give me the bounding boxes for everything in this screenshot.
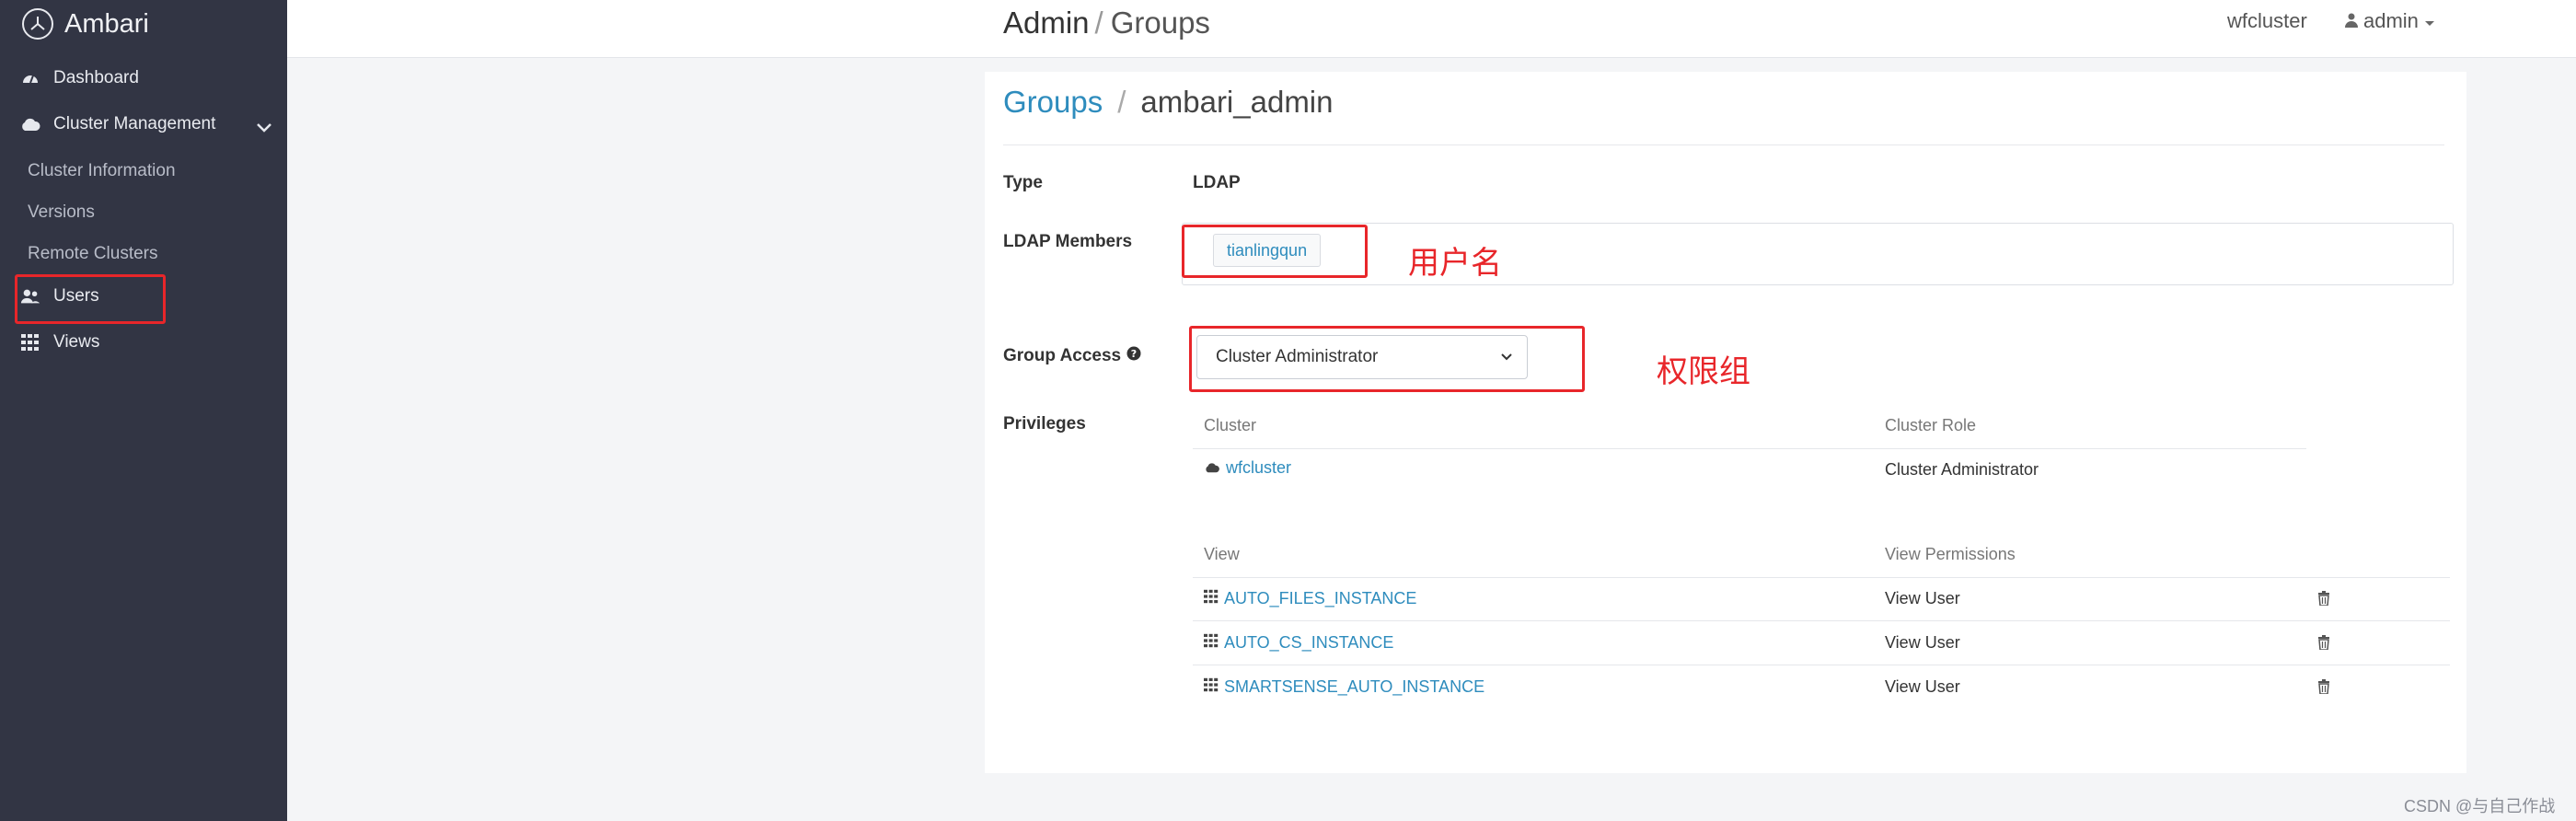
view-name: AUTO_FILES_INSTANCE <box>1224 589 1417 607</box>
breadcrumb-current: ambari_admin <box>1140 85 1334 119</box>
user-menu[interactable]: admin <box>2345 9 2435 33</box>
table-divider <box>1193 577 2450 578</box>
page-title-admin: Admin <box>1003 6 1090 40</box>
sidebar-item-cluster-information[interactable]: Cluster Information <box>28 161 176 181</box>
grid-icon <box>20 332 40 353</box>
view-column-header: View <box>1204 545 1240 563</box>
group-detail-panel: Groups / ambari_admin Type LDAP LDAP Membe… <box>985 72 2466 773</box>
sidebar-item-dashboard[interactable]: Dashboard <box>20 68 139 88</box>
sidebar-item-versions[interactable]: Versions <box>28 202 95 223</box>
sidebar-item-label: Cluster Management <box>53 114 216 133</box>
group-access-label: Group Access <box>1003 346 1122 365</box>
highlight-box-access <box>1189 326 1585 392</box>
ambari-logo-icon <box>22 8 53 40</box>
cluster-name: wfcluster <box>1226 458 1292 477</box>
top-bar: Admin / Groups wfcluster admin <box>287 0 2576 58</box>
sidebar-item-label: Views <box>53 332 100 352</box>
watermark: CSDN @与自己作战 <box>2404 797 2556 815</box>
trash-icon[interactable] <box>2317 591 2330 610</box>
view-row-link[interactable]: AUTO_FILES_INSTANCE <box>1204 589 1416 608</box>
page-title-section: Groups <box>1110 6 1210 40</box>
view-row-link[interactable]: SMARTSENSE_AUTO_INSTANCE <box>1204 677 1484 697</box>
view-row-link[interactable]: AUTO_CS_INSTANCE <box>1204 633 1393 653</box>
caret-down-icon <box>2424 9 2435 33</box>
ldap-members-box <box>1182 223 2454 285</box>
cluster-role: Cluster Administrator <box>1885 460 2039 479</box>
view-name: SMARTSENSE_AUTO_INSTANCE <box>1224 677 1485 696</box>
group-access-label-wrap: Group Access ? <box>1003 346 1141 366</box>
chevron-down-icon[interactable] <box>256 121 272 138</box>
cluster-column-header: Cluster <box>1204 416 1257 434</box>
user-icon <box>2345 9 2358 33</box>
brand[interactable]: Ambari <box>22 4 149 44</box>
highlight-box-users <box>15 274 166 324</box>
highlight-box-member <box>1182 225 1368 278</box>
view-permission: View User <box>1885 677 1960 696</box>
sidebar-item-views[interactable]: Views <box>20 332 99 353</box>
view-permissions-column-header: View Permissions <box>1885 545 2016 563</box>
trash-icon[interactable] <box>2317 679 2330 699</box>
user-name: admin <box>2363 9 2419 32</box>
cluster-role-column-header: Cluster Role <box>1885 416 1977 434</box>
view-permission: View User <box>1885 633 1960 652</box>
table-divider <box>1193 620 2450 621</box>
cloud-icon <box>20 114 40 134</box>
sidebar: Ambari Dashboard Cluster Management Clus… <box>0 0 287 821</box>
privileges-label: Privileges <box>1003 414 1086 434</box>
dashboard-icon <box>20 68 40 88</box>
cloud-icon <box>1204 458 1220 478</box>
trash-icon[interactable] <box>2317 635 2330 654</box>
sidebar-item-remote-clusters[interactable]: Remote Clusters <box>28 244 158 264</box>
view-name: AUTO_CS_INSTANCE <box>1224 633 1394 652</box>
sidebar-item-cluster-management[interactable]: Cluster Management <box>20 114 215 134</box>
table-divider <box>1193 448 2306 449</box>
sidebar-item-label: Dashboard <box>53 68 139 87</box>
breadcrumb: Groups / ambari_admin <box>1003 85 1334 119</box>
ldap-members-label: LDAP Members <box>1003 232 1133 251</box>
grid-icon <box>1204 589 1219 608</box>
brand-name: Ambari <box>64 8 149 39</box>
page-title: Admin / Groups <box>1003 6 1210 40</box>
annotation-permission-group: 权限组 <box>1657 354 1750 389</box>
svg-text:?: ? <box>1131 348 1137 360</box>
type-label: Type <box>1003 173 1043 192</box>
grid-icon <box>1204 677 1219 697</box>
cluster-row-link[interactable]: wfcluster <box>1204 458 1291 478</box>
annotation-username: 用户名 <box>1408 246 1502 281</box>
grid-icon <box>1204 633 1219 653</box>
view-permission: View User <box>1885 589 1960 607</box>
help-icon[interactable]: ? <box>1126 346 1141 366</box>
type-value: LDAP <box>1193 173 1241 192</box>
breadcrumb-groups-link[interactable]: Groups <box>1003 85 1103 119</box>
cluster-name-link[interactable]: wfcluster <box>2227 9 2307 33</box>
